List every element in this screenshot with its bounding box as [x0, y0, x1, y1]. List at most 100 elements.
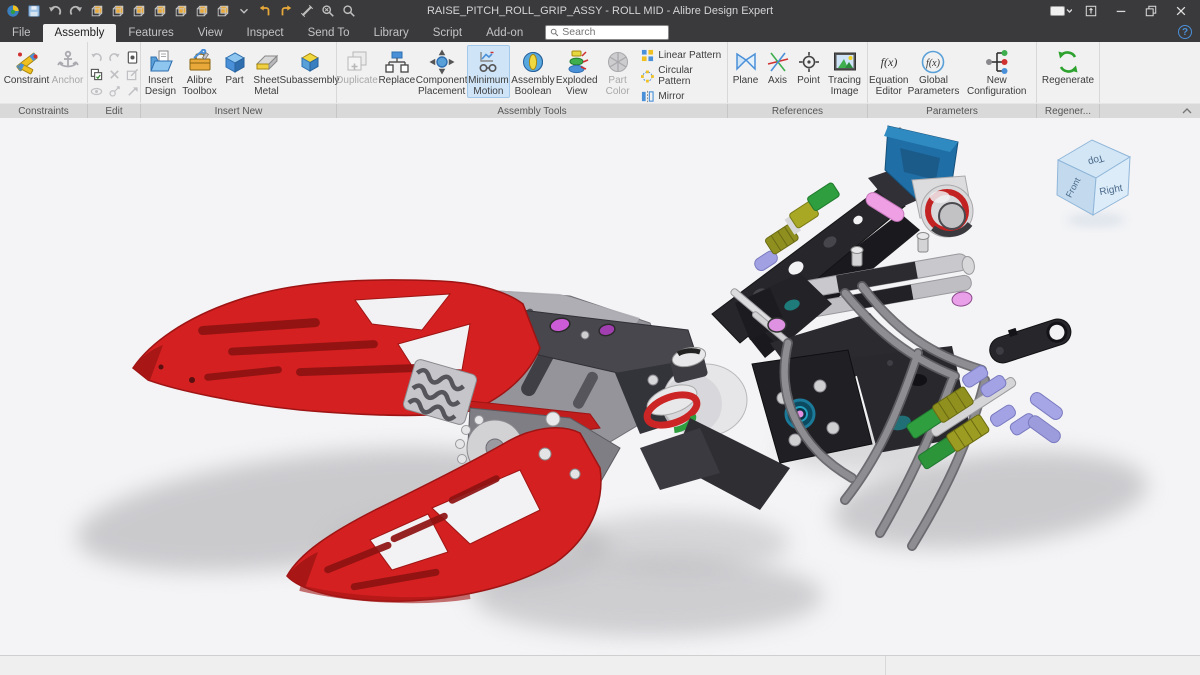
collapse-ribbon-chevron[interactable]	[1100, 104, 1200, 118]
ribbon-button-point[interactable]: Point	[794, 45, 824, 87]
tracing-image-icon	[832, 48, 858, 75]
ribbon-button-duplicate[interactable]: Duplicate	[337, 45, 377, 87]
ribbon-button-minimum-motion[interactable]: Minimum Motion	[467, 45, 511, 98]
part-color-icon	[605, 48, 631, 75]
views-dropdown-chevron-icon[interactable]	[236, 4, 251, 19]
circular-pattern-label: Circular Pattern	[658, 65, 727, 87]
rotate-view-right-icon[interactable]	[278, 4, 293, 19]
edit-visibility-icon[interactable]	[89, 84, 104, 99]
circular-pattern-icon	[641, 70, 654, 83]
part-icon	[222, 48, 248, 75]
minimize-button[interactable]	[1106, 0, 1136, 22]
tab-file[interactable]: File	[0, 24, 43, 42]
ribbon-button-plane[interactable]: Plane	[730, 45, 762, 87]
ribbon-button-global-parameters[interactable]: f(x) Global Parameters	[909, 45, 957, 98]
ribbon-button-part[interactable]: Part	[220, 45, 250, 87]
sheet-metal-label: Sheet Metal	[251, 75, 283, 97]
edit-redo-icon[interactable]	[107, 50, 122, 65]
tab-features[interactable]: Features	[116, 24, 185, 42]
tab-library[interactable]: Library	[362, 24, 421, 42]
ribbon-button-assembly-boolean[interactable]: Assembly Boolean	[510, 45, 556, 98]
restore-button[interactable]	[1136, 0, 1166, 22]
view-orientation-icon[interactable]	[110, 4, 125, 19]
ribbon-button-sheet-metal[interactable]: Sheet Metal	[250, 45, 284, 98]
edit-activate-part-icon[interactable]	[125, 50, 140, 65]
view-orientation-icon[interactable]	[131, 4, 146, 19]
subassembly-label: Subassembly	[279, 75, 339, 86]
white-roller[interactable]	[921, 185, 973, 237]
ribbon-group-assembly-tools: Duplicate Replace Component Placement Mi…	[337, 42, 728, 103]
ribbon-button-replace[interactable]: Replace	[377, 45, 417, 87]
search-box[interactable]	[545, 25, 669, 40]
ribbon-group-labels: Constraints Edit Insert New Assembly Too…	[0, 103, 1200, 118]
ribbon-button-component-placement[interactable]: Component Placement	[417, 45, 467, 98]
edit-constraint-edit-icon[interactable]	[107, 84, 122, 99]
model-viewport[interactable]: Top Front Right	[0, 118, 1200, 655]
float-window-button[interactable]	[1076, 0, 1106, 22]
pattern-tool-stack: Linear Pattern Circular Pattern Mirror	[637, 45, 727, 103]
exploded-view-label: Exploded View	[556, 75, 598, 97]
mirror-label: Mirror	[658, 91, 684, 102]
ribbon-button-exploded-view[interactable]: Exploded View	[556, 45, 598, 98]
close-button[interactable]	[1166, 0, 1196, 22]
ribbon-button-linear-pattern[interactable]: Linear Pattern	[641, 49, 727, 62]
zoom-to-fit-icon[interactable]	[341, 4, 356, 19]
right-finger-arm[interactable]	[985, 312, 1074, 366]
component-placement-icon	[429, 48, 455, 75]
point-label: Point	[797, 75, 820, 86]
undo-icon[interactable]	[47, 4, 62, 19]
ribbon-button-tracing-image[interactable]: Tracing Image	[824, 45, 866, 98]
edit-delete-icon[interactable]	[107, 67, 122, 82]
edit-copy-icon[interactable]	[89, 67, 104, 82]
point-icon	[796, 48, 822, 75]
rotate-view-left-icon[interactable]	[257, 4, 272, 19]
help-button[interactable]: ?	[1178, 25, 1192, 39]
zoom-window-icon[interactable]	[320, 4, 335, 19]
duplicate-icon	[344, 48, 370, 75]
assembly-scene[interactable]: Top Front Right	[0, 118, 1200, 655]
measure-icon[interactable]	[299, 4, 314, 19]
tab-script[interactable]: Script	[421, 24, 474, 42]
sheet-metal-icon	[254, 48, 280, 75]
edit-edit-icon[interactable]	[125, 67, 140, 82]
ribbon-button-new-configuration[interactable]: New Configuration	[957, 45, 1036, 98]
ribbon-group-insert-new: Insert Design Alibre Toolbox Part Sheet …	[141, 42, 337, 103]
view-orientation-icon[interactable]	[194, 4, 209, 19]
ribbon-button-insert-design[interactable]: Insert Design	[142, 45, 180, 98]
search-input[interactable]	[562, 26, 664, 38]
ribbon-button-alibre-toolbox[interactable]: Alibre Toolbox	[180, 45, 220, 98]
ribbon-button-anchor[interactable]: Anchor	[51, 45, 85, 87]
view-cube[interactable]: Top Front Right	[1057, 140, 1130, 227]
ribbon-button-circular-pattern[interactable]: Circular Pattern	[641, 65, 727, 87]
view-orientation-icon[interactable]	[215, 4, 230, 19]
tab-view[interactable]: View	[186, 24, 235, 42]
ribbon-button-mirror[interactable]: Mirror	[641, 90, 727, 103]
app-logo-icon[interactable]	[5, 4, 20, 19]
ribbon-button-equation-editor[interactable]: f(x) Equation Editor	[868, 45, 909, 98]
axis-icon	[765, 48, 791, 75]
duplicate-label: Duplicate	[336, 75, 378, 86]
ribbon-button-constraint[interactable]: Constraint	[3, 45, 51, 87]
alibre-toolbox-icon	[187, 48, 213, 75]
ribbon-button-subassembly[interactable]: Subassembly	[284, 45, 336, 87]
tab-add-on[interactable]: Add-on	[474, 24, 535, 42]
redo-icon[interactable]	[68, 4, 83, 19]
replace-icon	[384, 48, 410, 75]
save-icon[interactable]	[26, 4, 41, 19]
tab-send-to[interactable]: Send To	[296, 24, 362, 42]
view-orientation-icon[interactable]	[173, 4, 188, 19]
edit-promote-icon[interactable]	[125, 84, 140, 99]
ribbon-button-regenerate[interactable]: Regenerate	[1038, 45, 1098, 87]
anchor-icon	[55, 48, 81, 75]
view-orientation-icon[interactable]	[89, 4, 104, 19]
workspace-selector[interactable]	[1046, 0, 1076, 22]
view-orientation-icon[interactable]	[152, 4, 167, 19]
tab-inspect[interactable]: Inspect	[235, 24, 296, 42]
ribbon-button-part-color[interactable]: Part Color	[598, 45, 638, 98]
new-configuration-label: New Configuration	[958, 75, 1035, 97]
ribbon-group-parameters: f(x) Equation Editor f(x) Global Paramet…	[868, 42, 1037, 103]
axis-label: Axis	[768, 75, 787, 86]
edit-undo-icon[interactable]	[89, 50, 104, 65]
ribbon-button-axis[interactable]: Axis	[762, 45, 794, 87]
tab-assembly[interactable]: Assembly	[43, 24, 117, 42]
